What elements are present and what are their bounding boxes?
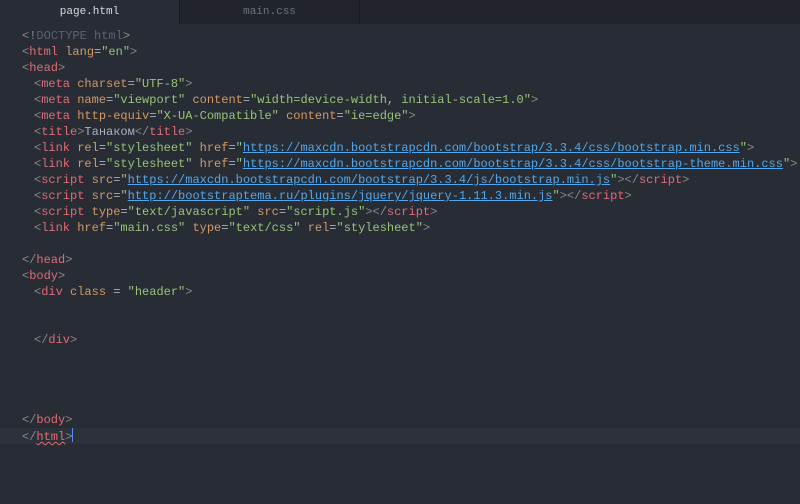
code-line	[0, 396, 800, 412]
code-line: <script src="http://bootstraptema.ru/plu…	[0, 188, 800, 204]
code-line: <body>	[0, 268, 800, 284]
code-line	[0, 348, 800, 364]
code-line	[0, 300, 800, 316]
code-line: </div>	[0, 332, 800, 348]
code-line	[0, 316, 800, 332]
code-line: <link rel="stylesheet" href="https://max…	[0, 156, 800, 172]
code-line: <meta charset="UTF-8">	[0, 76, 800, 92]
tab-main-css[interactable]: main.css	[180, 0, 360, 24]
code-line: </head>	[0, 252, 800, 268]
code-line: <div class = "header">	[0, 284, 800, 300]
code-line: <meta name="viewport" content="width=dev…	[0, 92, 800, 108]
code-line	[0, 236, 800, 252]
code-line: <script type="text/javascript" src="scri…	[0, 204, 800, 220]
code-line-active: </html>	[0, 428, 800, 444]
code-line: <title>Танаком</title>	[0, 124, 800, 140]
code-line: <link href="main.css" type="text/css" re…	[0, 220, 800, 236]
code-line	[0, 380, 800, 396]
tab-bar: page.html main.css	[0, 0, 800, 24]
code-line: <meta http-equiv="X-UA-Compatible" conte…	[0, 108, 800, 124]
code-line: <script src="https://maxcdn.bootstrapcdn…	[0, 172, 800, 188]
code-line	[0, 364, 800, 380]
code-line: <head>	[0, 60, 800, 76]
code-line: <html lang="en">	[0, 44, 800, 60]
text-cursor	[72, 428, 73, 442]
code-line: <!DOCTYPE html>	[0, 28, 800, 44]
tab-page-html[interactable]: page.html	[0, 0, 180, 24]
code-line: <link rel="stylesheet" href="https://max…	[0, 140, 800, 156]
code-editor[interactable]: <!DOCTYPE html> <html lang="en"> <head> …	[0, 24, 800, 444]
code-line: </body>	[0, 412, 800, 428]
